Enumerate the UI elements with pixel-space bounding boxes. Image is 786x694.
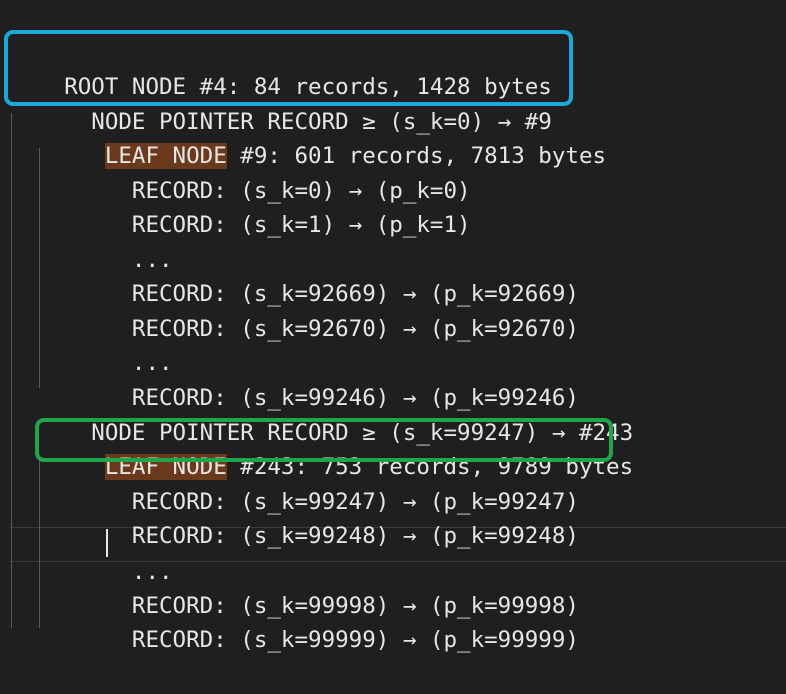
code-line-record[interactable]: RECORD: (s_k=92670) → (p_k=92670): [10, 284, 579, 342]
code-line-record[interactable]: RECORD: (s_k=99246) → (p_k=99246): [10, 353, 579, 411]
code-line-record[interactable]: RECORD: (s_k=92669) → (p_k=92669): [10, 249, 579, 307]
code-line-ellipsis-current[interactable]: ...: [10, 527, 173, 585]
code-line-record[interactable]: RECORD: (s_k=0) → (p_k=0): [10, 146, 471, 204]
text-cursor: [106, 529, 108, 557]
code-line-record[interactable]: RECORD: (s_k=99999) → (p_k=99999): [10, 595, 579, 653]
code-editor[interactable]: ROOT NODE #4: 84 records, 1428 bytes NOD…: [0, 0, 786, 694]
code-line-node-pointer[interactable]: NODE POINTER RECORD ≥ (s_k=99247) → #243: [10, 388, 633, 446]
code-line-record[interactable]: RECORD: (s_k=99998) → (p_k=99998): [10, 561, 579, 619]
root-node-annotation-box: [4, 30, 573, 106]
leaf-node-annotation-box: [35, 418, 613, 462]
code-line-ellipsis[interactable]: ...: [10, 215, 173, 273]
code-line-leaf-node[interactable]: LEAF NODE #9: 601 records, 7813 bytes: [10, 111, 606, 169]
code-line-record[interactable]: RECORD: (s_k=99248) → (p_k=99248): [10, 491, 579, 549]
code-line-record[interactable]: RECORD: (s_k=1) → (p_k=1): [10, 180, 471, 238]
code-line-ellipsis[interactable]: ...: [10, 318, 173, 376]
